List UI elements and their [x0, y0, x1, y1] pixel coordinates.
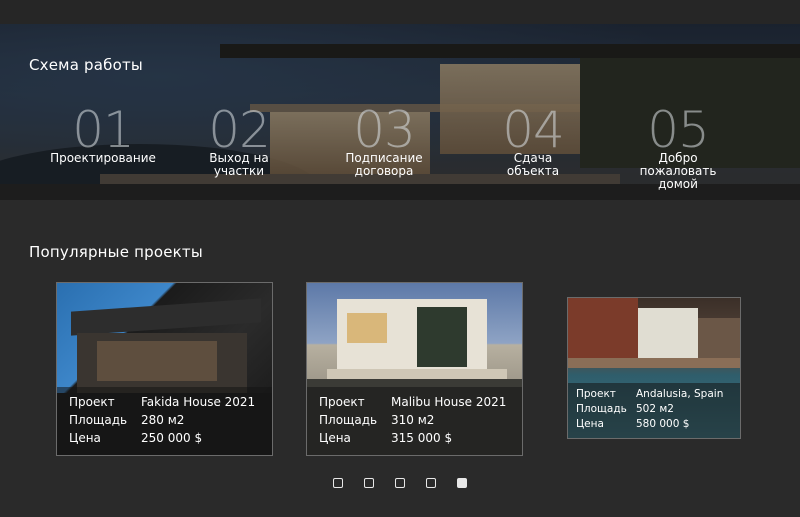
project-price: 315 000 $: [391, 431, 453, 445]
step-number: 02: [208, 101, 271, 159]
work-scheme-section: Схема работы 01 Проектирование 02 Выход …: [0, 24, 800, 200]
project-area: 310 м2: [391, 413, 435, 427]
step-label: Подписание договора: [345, 151, 423, 178]
project-price: 250 000 $: [141, 431, 203, 445]
project-area: 280 м2: [141, 413, 185, 427]
step-label: Сдача объекта: [506, 151, 560, 178]
slider-dot-5[interactable]: [457, 478, 467, 488]
step-number: 04: [502, 101, 565, 159]
step-2: 02 Выход на участки: [174, 102, 304, 178]
step-3: 03 Подписание договора: [319, 102, 449, 178]
step-number: 03: [353, 101, 416, 159]
top-bar: [0, 0, 800, 24]
popular-projects-title: Популярные проекты: [29, 243, 203, 261]
slider-pagination: [333, 478, 467, 488]
slider-dot-4[interactable]: [426, 478, 436, 488]
project-card-malibu[interactable]: Проект Malibu House 2021 Площадь 310 м2 Це…: [306, 282, 523, 456]
project-card-fakida[interactable]: Проект Fakida House 2021 Площадь 280 м2 Це…: [56, 282, 273, 456]
project-name: Malibu House 2021: [391, 395, 507, 409]
area-label: Площадь: [69, 413, 128, 427]
project-area: 502 м2: [636, 403, 674, 415]
price-label: Цена: [69, 431, 101, 445]
slider-dot-2[interactable]: [364, 478, 374, 488]
step-label: Проектирование: [50, 151, 156, 165]
step-1: 01 Проектирование: [38, 102, 168, 165]
project-info: Проект Fakida House 2021 Площадь 280 м2 Це…: [57, 387, 272, 455]
area-label: Площадь: [319, 413, 378, 427]
slider-dot-1[interactable]: [333, 478, 343, 488]
project-label: Проект: [576, 388, 616, 400]
price-label: Цена: [319, 431, 351, 445]
step-5: 05 Добро пожаловать домой: [613, 102, 743, 191]
price-label: Цена: [576, 418, 604, 430]
step-label: Добро пожаловать домой: [639, 151, 717, 191]
project-card-andalusia[interactable]: Проект Andalusia, Spain Площадь 502 м2 Цен…: [567, 297, 741, 439]
project-info: Проект Andalusia, Spain Площадь 502 м2 Цен…: [568, 383, 740, 438]
project-name: Fakida House 2021: [141, 395, 256, 409]
project-info: Проект Malibu House 2021 Площадь 310 м2 Це…: [307, 387, 522, 455]
work-scheme-title: Схема работы: [29, 56, 143, 74]
step-number: 05: [647, 101, 710, 159]
step-label: Выход на участки: [209, 151, 269, 178]
area-label: Площадь: [576, 403, 627, 415]
step-number: 01: [72, 101, 135, 159]
project-label: Проект: [69, 395, 115, 409]
project-price: 580 000 $: [636, 418, 690, 430]
project-name: Andalusia, Spain: [636, 388, 724, 400]
slider-dot-3[interactable]: [395, 478, 405, 488]
project-label: Проект: [319, 395, 365, 409]
step-4: 04 Сдача объекта: [468, 102, 598, 178]
